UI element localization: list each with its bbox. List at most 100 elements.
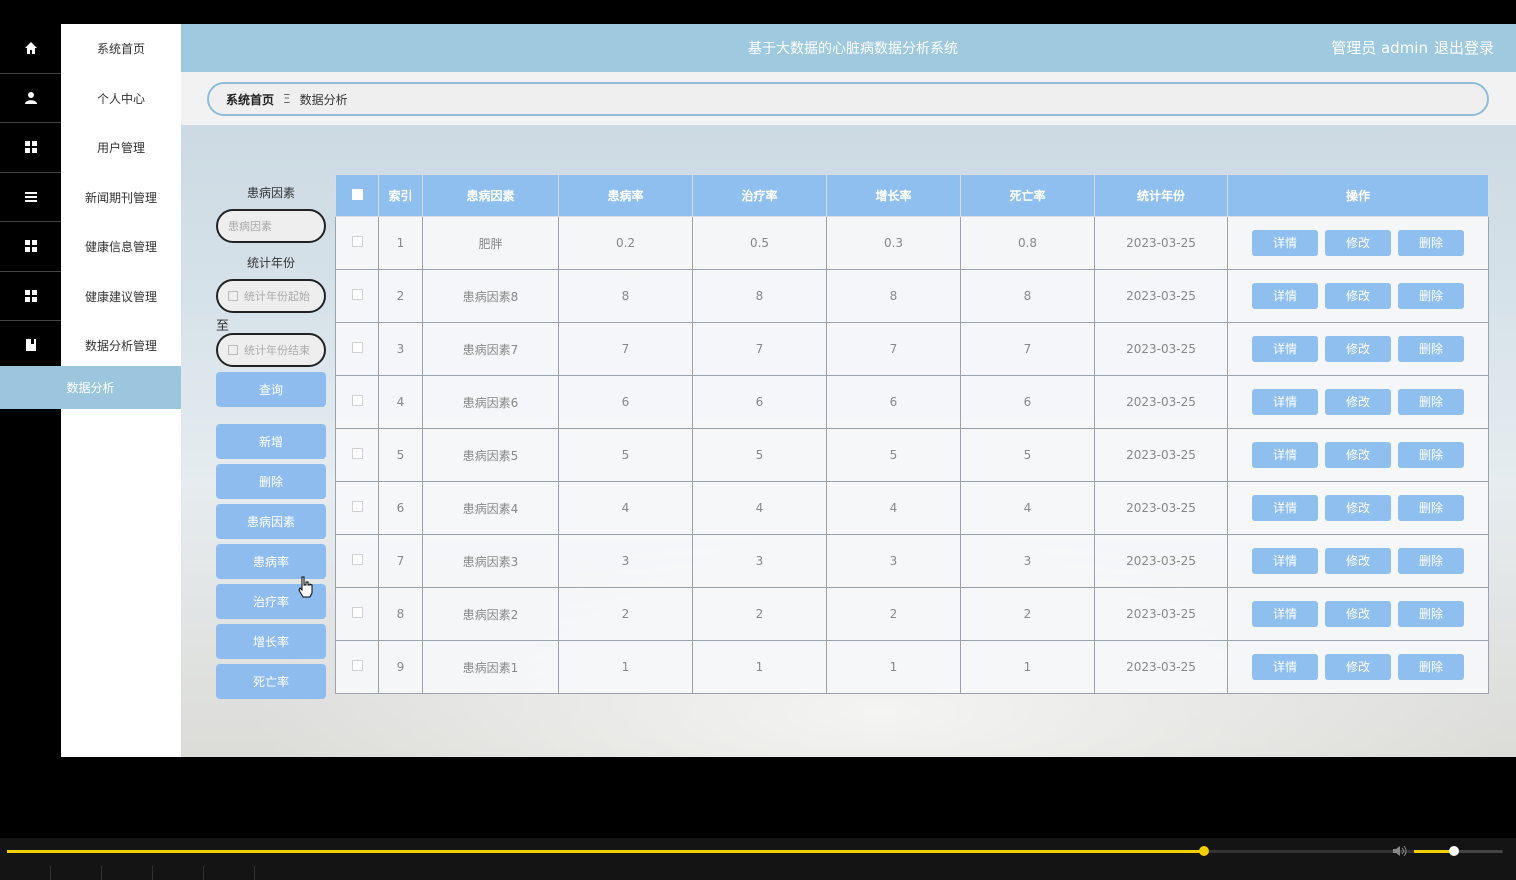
- chart-factor-button[interactable]: 患病因素: [216, 504, 326, 539]
- select-all-checkbox[interactable]: [351, 188, 363, 200]
- edit-button[interactable]: 修改: [1325, 654, 1391, 680]
- delete-button[interactable]: 删除: [1398, 601, 1464, 627]
- detail-button[interactable]: 详情: [1252, 548, 1318, 574]
- detail-button[interactable]: 详情: [1252, 389, 1318, 415]
- sidebar-item-news[interactable]: 新闻期刊管理: [61, 173, 181, 223]
- row-select-cell[interactable]: [335, 534, 379, 588]
- add-button[interactable]: 新增: [216, 424, 326, 459]
- sidebar-item-profile[interactable]: 个人中心: [61, 74, 181, 124]
- chart-mortality-button[interactable]: 死亡率: [216, 664, 326, 699]
- volume-level: [1414, 850, 1454, 853]
- edit-button[interactable]: 修改: [1325, 283, 1391, 309]
- edit-button[interactable]: 修改: [1325, 389, 1391, 415]
- sidebar-item-analysis[interactable]: 数据分析管理: [61, 321, 181, 371]
- delete-button[interactable]: 删除: [1398, 495, 1464, 521]
- batch-delete-button[interactable]: 删除: [216, 464, 326, 499]
- row-treatment-cell: 8: [692, 269, 827, 323]
- chart-prevalence-button[interactable]: 患病率: [216, 544, 326, 579]
- sidebar-subitem-data-analysis[interactable]: 数据分析: [0, 366, 181, 409]
- sidebar-item-health-info[interactable]: 健康信息管理: [61, 222, 181, 272]
- row-checkbox[interactable]: [351, 554, 363, 565]
- nav-icon-home[interactable]: [0, 24, 61, 74]
- nav-icon-analysis[interactable]: [0, 321, 61, 371]
- row-select-cell[interactable]: [335, 640, 379, 694]
- nav-icon-user[interactable]: [0, 74, 61, 123]
- row-select-cell[interactable]: [335, 587, 379, 641]
- sidebar-item-users[interactable]: 用户管理: [61, 123, 181, 173]
- table-row[interactable]: 5 患病因素5 5 5 5 5 2023-03-25 详情 修改 删除: [335, 428, 1489, 482]
- row-checkbox[interactable]: [351, 395, 363, 406]
- year-end-input[interactable]: 统计年份结束: [216, 333, 326, 367]
- query-button[interactable]: 查询: [216, 372, 326, 407]
- seek-handle[interactable]: [1198, 846, 1209, 856]
- volume-slider[interactable]: [1414, 846, 1502, 856]
- table-row[interactable]: 1 肥胖 0.2 0.5 0.3 0.8 2023-03-25 详情 修改 删除: [335, 216, 1489, 270]
- row-select-cell[interactable]: [335, 216, 379, 270]
- row-select-cell[interactable]: [335, 322, 379, 376]
- nav-icon-news[interactable]: [0, 173, 61, 222]
- row-checkbox[interactable]: [351, 236, 363, 247]
- row-checkbox[interactable]: [351, 342, 363, 353]
- table-row[interactable]: 8 患病因素2 2 2 2 2 2023-03-25 详情 修改 删除: [335, 587, 1489, 641]
- row-checkbox[interactable]: [351, 289, 363, 300]
- row-select-cell[interactable]: [335, 428, 379, 482]
- table-row[interactable]: 6 患病因素4 4 4 4 4 2023-03-25 详情 修改 删除: [335, 481, 1489, 535]
- player-tab[interactable]: [204, 866, 255, 880]
- detail-button[interactable]: 详情: [1252, 336, 1318, 362]
- chart-growth-button[interactable]: 增长率: [216, 624, 326, 659]
- row-checkbox[interactable]: [351, 448, 363, 459]
- edit-button[interactable]: 修改: [1325, 442, 1391, 468]
- row-select-cell[interactable]: [335, 375, 379, 429]
- volume-handle[interactable]: [1448, 846, 1459, 856]
- logout-link[interactable]: 退出登录: [1434, 39, 1494, 57]
- edit-button[interactable]: 修改: [1325, 336, 1391, 362]
- edit-button[interactable]: 修改: [1325, 495, 1391, 521]
- delete-button[interactable]: 删除: [1398, 442, 1464, 468]
- row-select-cell[interactable]: [335, 269, 379, 323]
- row-checkbox[interactable]: [351, 501, 363, 512]
- row-select-cell[interactable]: [335, 481, 379, 535]
- sidebar-item-home[interactable]: 系统首页: [61, 24, 181, 74]
- edit-button[interactable]: 修改: [1325, 230, 1391, 256]
- detail-button[interactable]: 详情: [1252, 495, 1318, 521]
- sidebar-item-health-advice[interactable]: 健康建议管理: [61, 272, 181, 322]
- table-row[interactable]: 4 患病因素6 6 6 6 6 2023-03-25 详情 修改 删除: [335, 375, 1489, 429]
- factor-input[interactable]: 患病因素: [216, 209, 326, 243]
- table-row[interactable]: 7 患病因素3 3 3 3 3 2023-03-25 详情 修改 删除: [335, 534, 1489, 588]
- row-factor-cell: 患病因素6: [422, 375, 559, 429]
- nav-icon-users[interactable]: [0, 123, 61, 173]
- delete-button[interactable]: 删除: [1398, 230, 1464, 256]
- row-checkbox[interactable]: [351, 607, 363, 618]
- nav-icon-health-info[interactable]: [0, 222, 61, 272]
- year-start-input[interactable]: 统计年份起始: [216, 279, 326, 313]
- delete-button[interactable]: 删除: [1398, 283, 1464, 309]
- player-tab[interactable]: [102, 866, 153, 880]
- delete-button[interactable]: 删除: [1398, 548, 1464, 574]
- player-tab[interactable]: [153, 866, 204, 880]
- table-row[interactable]: 2 患病因素8 8 8 8 8 2023-03-25 详情 修改 删除: [335, 269, 1489, 323]
- row-actions-cell: 详情 修改 删除: [1227, 322, 1489, 376]
- table-row[interactable]: 9 患病因素1 1 1 1 1 2023-03-25 详情 修改 删除: [335, 640, 1489, 694]
- breadcrumb-home[interactable]: 系统首页: [226, 91, 274, 108]
- edit-button[interactable]: 修改: [1325, 548, 1391, 574]
- row-checkbox[interactable]: [351, 660, 363, 671]
- header-select-all[interactable]: [335, 174, 379, 217]
- app-title: 基于大数据的心脏病数据分析系统: [748, 41, 958, 57]
- volume-icon[interactable]: [1392, 845, 1408, 857]
- detail-button[interactable]: 详情: [1252, 283, 1318, 309]
- player-tab[interactable]: [51, 866, 102, 880]
- detail-button[interactable]: 详情: [1252, 230, 1318, 256]
- detail-button[interactable]: 详情: [1252, 601, 1318, 627]
- delete-button[interactable]: 删除: [1398, 389, 1464, 415]
- detail-button[interactable]: 详情: [1252, 442, 1318, 468]
- table-row[interactable]: 3 患病因素7 7 7 7 7 2023-03-25 详情 修改 删除: [335, 322, 1489, 376]
- row-actions-cell: 详情 修改 删除: [1227, 587, 1489, 641]
- main-content: 系统首页 Ξ 数据分析 患病因素 患病因素 统计年份 统计年份起始 至 统计年份…: [181, 72, 1516, 757]
- seek-bar[interactable]: [7, 846, 1503, 856]
- delete-button[interactable]: 删除: [1398, 654, 1464, 680]
- edit-button[interactable]: 修改: [1325, 601, 1391, 627]
- detail-button[interactable]: 详情: [1252, 654, 1318, 680]
- player-tab[interactable]: [0, 866, 51, 880]
- nav-icon-health-advice[interactable]: [0, 272, 61, 321]
- delete-button[interactable]: 删除: [1398, 336, 1464, 362]
